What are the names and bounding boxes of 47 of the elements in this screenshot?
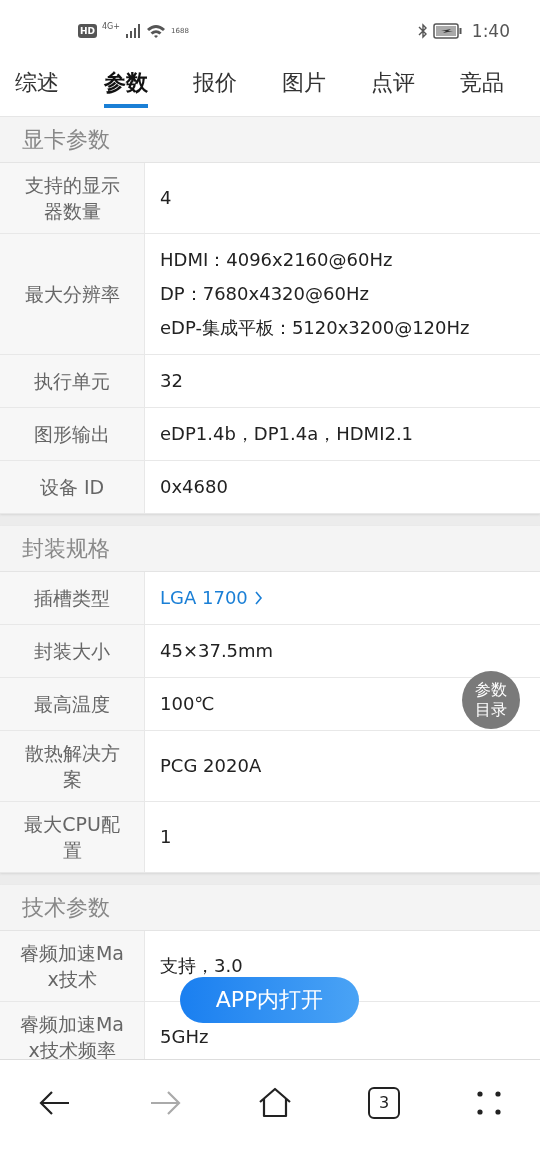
clock-time: 1:40 xyxy=(471,21,510,41)
param-label: 最大分辨率 xyxy=(0,234,145,354)
tab[interactable]: 点评 xyxy=(371,62,415,108)
bluetooth-icon xyxy=(417,23,428,39)
param-label: 睿频加速Max技术频率 xyxy=(0,1002,145,1059)
param-value: HDMI：4096x2160@60Hz xyxy=(160,248,393,272)
wifi-icon xyxy=(146,23,166,39)
param-value: 45×37.5mm xyxy=(160,639,274,663)
param-label: 设备 ID xyxy=(0,461,145,513)
param-value: 1 xyxy=(160,825,172,849)
param-label: 最大CPU配置 xyxy=(0,802,145,872)
tab[interactable]: 报价 xyxy=(193,62,237,108)
param-label: 睿频加速Max技术 xyxy=(0,931,145,1001)
param-link[interactable]: LGA 1700 xyxy=(160,581,263,615)
section-header: 封装规格 xyxy=(0,526,540,572)
param-value: 支持，3.0 xyxy=(160,954,243,978)
param-value: 4 xyxy=(160,186,172,210)
hd-badge: HD xyxy=(78,24,97,38)
section-header: 显卡参数 xyxy=(0,117,540,163)
param-label: 散热解决方案 xyxy=(0,731,145,801)
back-icon[interactable] xyxy=(38,1088,72,1117)
param-value: 100℃ xyxy=(160,692,215,716)
tabs-count-button[interactable]: 3 xyxy=(368,1086,400,1119)
param-value: eDP1.4b，DP1.4a，HDMI2.1 xyxy=(160,422,414,446)
tab[interactable]: 综述 xyxy=(15,62,59,108)
param-value: eDP-集成平板：5120x3200@120Hz xyxy=(160,316,470,340)
battery-icon xyxy=(432,23,463,39)
tab[interactable]: 竞品 xyxy=(460,62,504,108)
param-label: 封装大小 xyxy=(0,625,145,677)
tab[interactable]: 图片 xyxy=(282,62,326,108)
param-value: 5GHz xyxy=(160,1025,209,1049)
param-label: 最高温度 xyxy=(0,678,145,730)
home-icon[interactable] xyxy=(258,1086,292,1119)
chevron-icon xyxy=(253,591,263,605)
param-value: 32 xyxy=(160,369,183,393)
signal-icon xyxy=(125,24,141,38)
param-label: 插槽类型 xyxy=(0,572,145,624)
param-label: 执行单元 xyxy=(0,355,145,407)
tab[interactable]: 参数 xyxy=(104,62,148,108)
network-label: 4G+ xyxy=(102,21,120,31)
param-value: DP：7680x4320@60Hz xyxy=(160,282,369,306)
param-label: 支持的显示器数量 xyxy=(0,163,145,233)
more-icon[interactable] xyxy=(476,1089,502,1116)
param-value: PCG 2020A xyxy=(160,754,262,778)
param-label: 图形输出 xyxy=(0,408,145,460)
param-value: 0x4680 xyxy=(160,475,228,499)
section-header: 技术参数 xyxy=(0,885,540,931)
